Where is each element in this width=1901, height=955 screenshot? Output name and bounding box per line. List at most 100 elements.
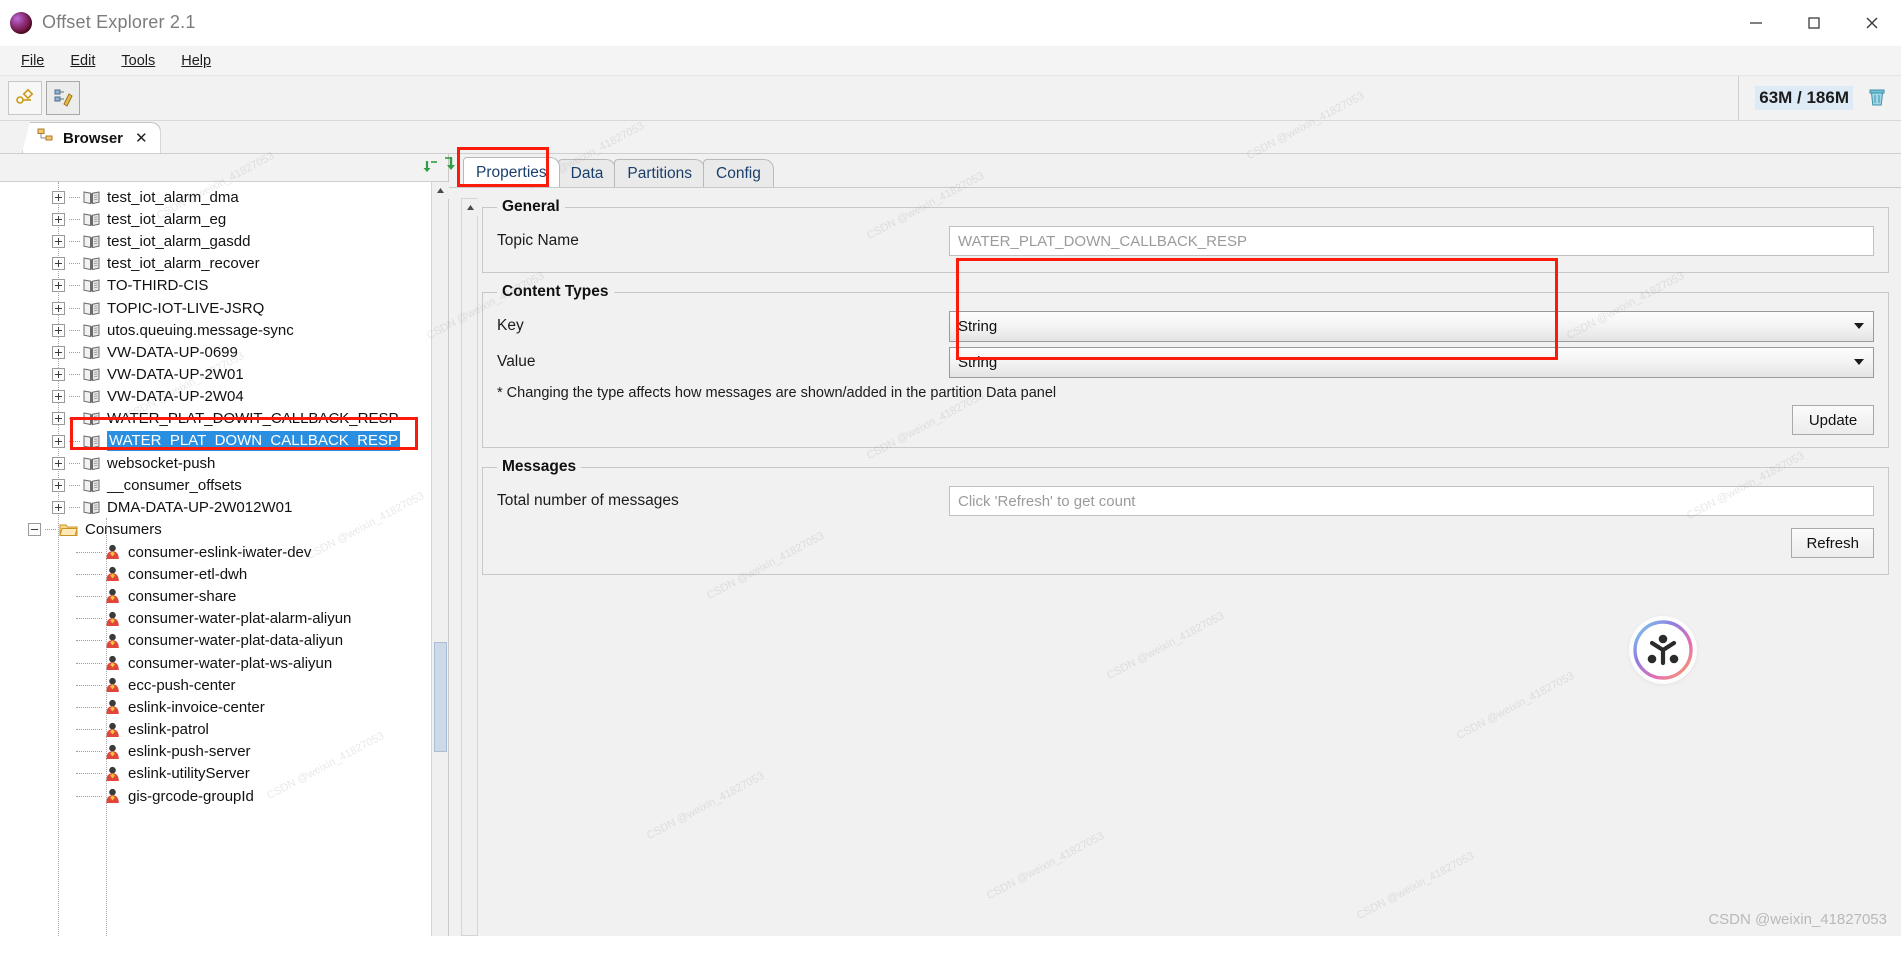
key-type-select[interactable]: String: [949, 310, 1874, 342]
expand-node-icon[interactable]: [52, 456, 65, 470]
tree-consumer-row[interactable]: consumer-eslink-iwater-dev: [0, 541, 448, 563]
offset-explorer-logo-icon: [10, 11, 32, 34]
menu-help-label: Help: [181, 52, 212, 69]
tree-consumer-row[interactable]: eslink-patrol: [0, 719, 448, 741]
expand-node-icon[interactable]: [52, 234, 65, 248]
update-button[interactable]: Update: [1792, 405, 1874, 435]
detail-scrollbar[interactable]: [461, 198, 479, 936]
tree-consumer-row[interactable]: gis-grcode-groupId: [0, 785, 448, 807]
expand-node-icon[interactable]: [52, 301, 65, 315]
tree-consumer-row[interactable]: consumer-water-plat-ws-aliyun: [0, 652, 448, 674]
expand-node-icon[interactable]: [52, 190, 65, 204]
tree-consumer-row[interactable]: consumer-share: [0, 585, 448, 607]
tree-consumer-row[interactable]: eslink-utilityServer: [0, 763, 448, 785]
tree-topic-row[interactable]: websocket-push: [0, 452, 448, 474]
floating-logo-icon: [1632, 619, 1694, 681]
tree-topic-row[interactable]: test_iot_alarm_eg: [0, 208, 448, 230]
tree-consumer-row[interactable]: consumer-etl-dwh: [0, 563, 448, 585]
menu-item-file[interactable]: File: [8, 49, 57, 73]
tab-partitions[interactable]: Partitions: [614, 159, 706, 187]
topic-icon: [83, 212, 100, 227]
detail-scroll-up-icon[interactable]: [462, 199, 479, 216]
edit-cluster-button[interactable]: [46, 81, 80, 115]
expand-node-icon[interactable]: [52, 479, 65, 493]
tree-guide-line: [58, 182, 59, 936]
tree-item-label: utos.queuing.message-sync: [107, 321, 294, 339]
tree-consumer-row[interactable]: eslink-push-server: [0, 741, 448, 763]
expand-node-icon[interactable]: [52, 501, 65, 515]
menu-item-tools[interactable]: Tools: [108, 49, 168, 73]
properties-form: General Topic Name WATER_PLAT_DOWN_CALLB…: [482, 198, 1889, 936]
tree-topic-row[interactable]: WATER_PLAT_DOWN_CALLBACK_RESP: [0, 430, 448, 452]
tree-pane: test_iot_alarm_dma test_iot_alarm_eg test_…: [0, 154, 449, 936]
expand-node-icon[interactable]: [52, 368, 65, 382]
expand-node-icon[interactable]: [52, 345, 65, 359]
collapse-node-icon[interactable]: [28, 523, 41, 537]
menu-tools-label: Tools: [121, 52, 156, 69]
tree-scrollbar-thumb[interactable]: [434, 642, 447, 752]
tree-scrollbar[interactable]: [431, 182, 449, 936]
tree-item-label: WATER_PLAT_DOWIT_CALLBACK_RESP: [107, 410, 399, 428]
tree-item-label: test_iot_alarm_gasdd: [107, 232, 251, 250]
minimize-icon[interactable]: [1727, 0, 1785, 46]
tree-topic-row[interactable]: __consumer_offsets: [0, 474, 448, 496]
tree-topic-row[interactable]: test_iot_alarm_recover: [0, 253, 448, 275]
tree-topic-row[interactable]: TO-THIRD-CIS: [0, 275, 448, 297]
collapse-all-icon[interactable]: [420, 159, 440, 182]
tree-topic-row[interactable]: TOPIC-IOT-LIVE-JSRQ: [0, 297, 448, 319]
tab-browser[interactable]: Browser ✕: [22, 122, 161, 153]
total-messages-input[interactable]: Click 'Refresh' to get count: [949, 486, 1874, 516]
tree-pane-header: [0, 154, 448, 182]
tree-consumer-row[interactable]: eslink-invoice-center: [0, 696, 448, 718]
add-cluster-button[interactable]: [8, 81, 42, 115]
trash-icon[interactable]: [1867, 85, 1887, 112]
maximize-icon[interactable]: [1785, 0, 1843, 46]
tree-topic-row[interactable]: DMA-DATA-UP-2W012W01: [0, 497, 448, 519]
tree-item-label: eslink-push-server: [128, 743, 251, 761]
window-title: Offset Explorer 2.1: [42, 12, 196, 32]
total-messages-row: Total number of messages Click 'Refresh'…: [497, 484, 1874, 518]
close-icon[interactable]: [1843, 0, 1901, 46]
scroll-up-icon[interactable]: [432, 182, 449, 199]
tree-consumer-row[interactable]: ecc-push-center: [0, 674, 448, 696]
tree-connector: [69, 240, 80, 242]
menu-item-help[interactable]: Help: [168, 49, 224, 73]
expand-node-icon[interactable]: [52, 323, 65, 337]
tree-connector: [76, 773, 102, 775]
tree-connector: [69, 485, 80, 487]
topic-name-input[interactable]: WATER_PLAT_DOWN_CALLBACK_RESP: [949, 226, 1874, 256]
tree-connector: [69, 196, 80, 198]
tree-item-label: consumer-water-plat-data-aliyun: [128, 632, 344, 650]
tree-topic-row[interactable]: VW-DATA-UP-2W01: [0, 364, 448, 386]
tree-topic-row[interactable]: test_iot_alarm_gasdd: [0, 230, 448, 252]
expand-node-icon[interactable]: [52, 279, 65, 293]
expand-node-icon[interactable]: [52, 434, 65, 448]
value-type-select[interactable]: String: [949, 346, 1874, 378]
tree-consumer-row[interactable]: consumer-water-plat-alarm-aliyun: [0, 608, 448, 630]
restore-panel-icon[interactable]: [443, 155, 461, 180]
tree-topic-row[interactable]: VW-DATA-UP-0699: [0, 341, 448, 363]
consumer-icon: [105, 633, 120, 649]
tree-topic-row[interactable]: test_iot_alarm_dma: [0, 186, 448, 208]
tab-config[interactable]: Config: [703, 159, 774, 187]
tab-data[interactable]: Data: [557, 159, 617, 187]
expand-node-icon[interactable]: [52, 212, 65, 226]
tree-topic-row[interactable]: WATER_PLAT_DOWIT_CALLBACK_RESP: [0, 408, 448, 430]
tree-body[interactable]: test_iot_alarm_dma test_iot_alarm_eg test_…: [0, 182, 448, 936]
expand-node-icon[interactable]: [52, 390, 65, 404]
tab-data-label: Data: [570, 164, 604, 182]
expand-node-icon[interactable]: [52, 257, 65, 271]
memory-indicator[interactable]: 63M / 186M: [1738, 76, 1901, 120]
tree-consumer-row[interactable]: consumer-water-plat-data-aliyun: [0, 630, 448, 652]
refresh-button[interactable]: Refresh: [1791, 528, 1874, 558]
main-area: test_iot_alarm_dma test_iot_alarm_eg test_…: [0, 154, 1901, 936]
tab-close-icon[interactable]: ✕: [135, 129, 148, 147]
expand-node-icon[interactable]: [52, 412, 65, 426]
tab-properties[interactable]: Properties: [463, 157, 560, 187]
tree-folder-row[interactable]: Consumers: [0, 519, 448, 541]
browser-tree-icon: [37, 128, 55, 149]
tree-connector: [76, 684, 102, 686]
tree-topic-row[interactable]: VW-DATA-UP-2W04: [0, 386, 448, 408]
menu-item-edit[interactable]: Edit: [57, 49, 108, 73]
tree-topic-row[interactable]: utos.queuing.message-sync: [0, 319, 448, 341]
